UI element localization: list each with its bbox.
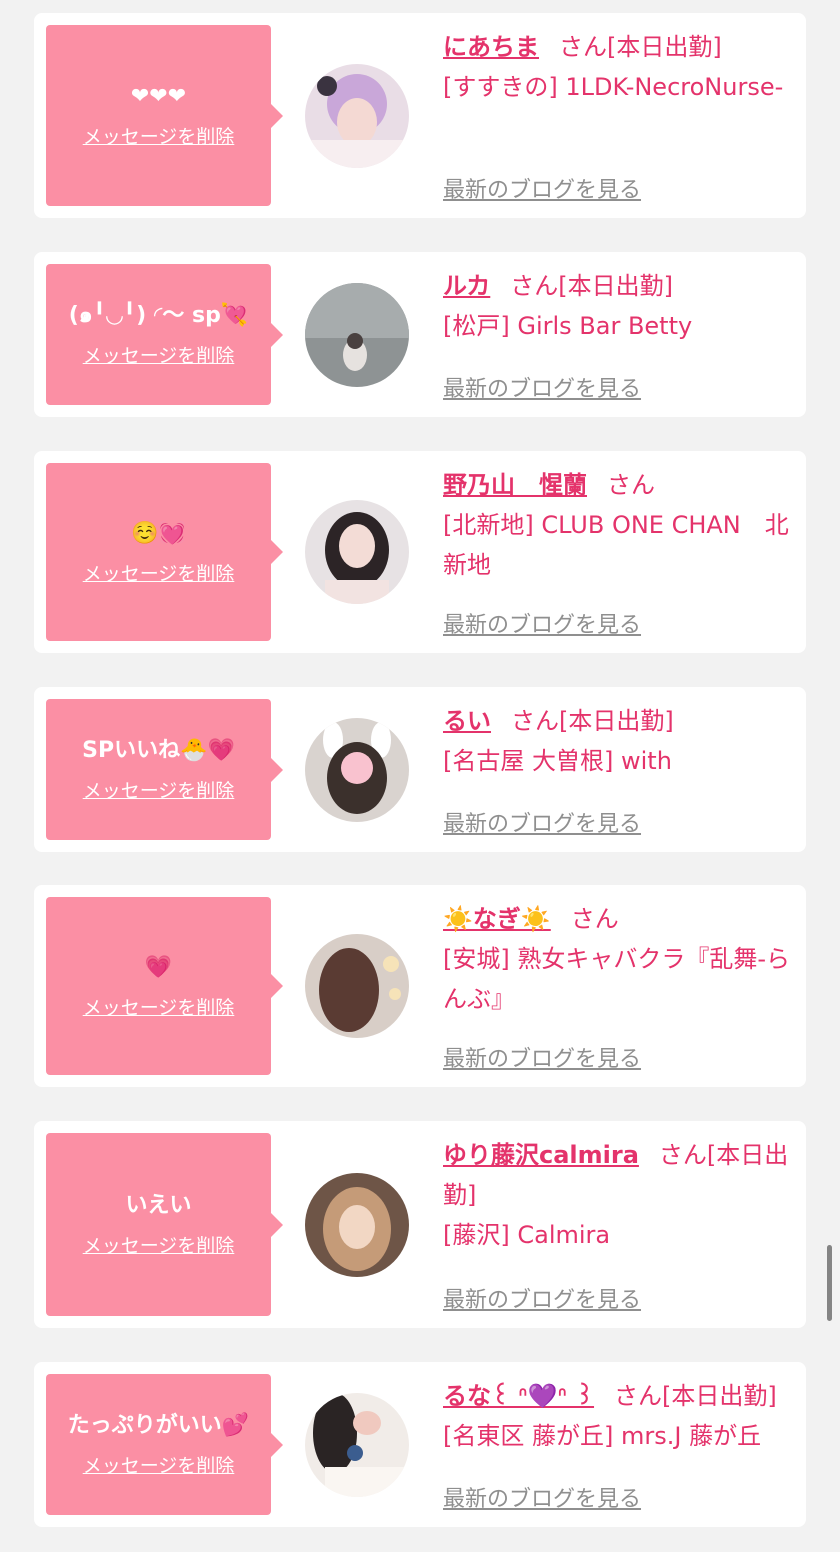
view-blog-link[interactable]: 最新のブログを見る (443, 371, 641, 403)
message-bubble: ☺️💓 メッセージを削除 (46, 463, 283, 641)
delete-message-link[interactable]: メッセージを削除 (83, 559, 235, 586)
message-text: (๑╹◡╹) ◜～ sp💘 (68, 303, 249, 328)
message-bubble: ❤❤❤ メッセージを削除 (46, 25, 283, 206)
honorific: さん (658, 1141, 707, 1169)
message-text: 💗 (144, 954, 173, 980)
attendance-status: [本日出勤] (607, 33, 722, 61)
delete-message-link[interactable]: メッセージを削除 (83, 776, 235, 803)
user-name-link[interactable]: 野乃山 惺蘭 (443, 471, 587, 499)
shop-name: [藤沢] Calmira (443, 1221, 611, 1249)
view-blog-link[interactable]: 最新のブログを見る (443, 1282, 641, 1314)
list-item: いえい メッセージを削除 ゆり藤沢calmira さん[本日出勤] [藤沢] Ca… (34, 1121, 806, 1328)
avatar[interactable] (305, 934, 409, 1038)
avatar[interactable] (305, 282, 409, 387)
view-blog-link[interactable]: 最新のブログを見る (443, 607, 641, 639)
message-bubble: SPいいね🐣💗 メッセージを削除 (46, 699, 283, 840)
user-name-link[interactable]: ルカ (443, 272, 490, 300)
attendance-status: [本日出勤] (662, 1382, 777, 1410)
avatar[interactable] (305, 717, 409, 822)
delete-message-link[interactable]: メッセージを削除 (83, 341, 235, 368)
view-blog-link[interactable]: 最新のブログを見る (443, 172, 641, 204)
user-info: ☀️なぎ☀️ さん [安城] 熟女キャバクラ『乱舞-らんぶ』 (443, 899, 796, 1019)
message-bubble: (๑╹◡╹) ◜～ sp💘 メッセージを削除 (46, 264, 283, 405)
avatar[interactable] (305, 63, 409, 168)
shop-name: [すすきの] 1LDK-NecroNurse- (443, 73, 784, 101)
delete-message-link[interactable]: メッセージを削除 (83, 122, 235, 149)
list-item: ❤❤❤ メッセージを削除 にあちま さん[本日出勤] [すすきの] 1LDK-Ne… (34, 13, 806, 218)
honorific: さん (559, 33, 607, 61)
delete-message-link[interactable]: メッセージを削除 (83, 1231, 235, 1258)
user-info: 野乃山 惺蘭 さん [北新地] CLUB ONE CHAN 北新地 (443, 465, 796, 585)
user-info: るい さん[本日出勤] [名古屋 大曽根] with (443, 701, 796, 781)
honorific: さん (614, 1382, 663, 1410)
message-text: SPいいね🐣💗 (82, 738, 235, 763)
scrollbar[interactable] (827, 1245, 832, 1321)
shop-name: [松戸] Girls Bar Betty (443, 312, 693, 340)
message-bubble: 💗 メッセージを削除 (46, 897, 283, 1075)
list-item: たっぷりがいい💕 メッセージを削除 るな꒰ ᐢ💜ᐢ ꒱ さん[本日出勤] [名東区… (34, 1362, 806, 1527)
delete-message-link[interactable]: メッセージを削除 (83, 993, 235, 1020)
list-item: (๑╹◡╹) ◜～ sp💘 メッセージを削除 ルカ さん[本日出勤] [松戸] G… (34, 252, 806, 417)
shop-name: [名東区 藤が丘] mrs.J 藤が丘 (443, 1422, 762, 1450)
user-info: ゆり藤沢calmira さん[本日出勤] [藤沢] Calmira (443, 1135, 796, 1255)
message-text: いえい (125, 1193, 192, 1218)
delete-message-link[interactable]: メッセージを削除 (83, 1451, 235, 1478)
honorific: さん (607, 471, 655, 499)
user-name-link[interactable]: るな꒰ ᐢ💜ᐢ ꒱ (443, 1382, 594, 1410)
list-item: 💗 メッセージを削除 ☀️なぎ☀️ さん [安城] 熟女キャバクラ『乱舞-らんぶ』… (34, 885, 806, 1087)
list-item: SPいいね🐣💗 メッセージを削除 るい さん[本日出勤] [名古屋 大曽根] wi… (34, 687, 806, 852)
honorific: さん (570, 905, 619, 933)
message-list: ❤❤❤ メッセージを削除 にあちま さん[本日出勤] [すすきの] 1LDK-Ne… (0, 0, 840, 1552)
shop-name: [名古屋 大曽根] with (443, 747, 672, 775)
attendance-status: [本日出勤] (558, 272, 674, 300)
view-blog-link[interactable]: 最新のブログを見る (443, 1041, 641, 1073)
user-name-link[interactable]: ゆり藤沢calmira (443, 1141, 639, 1169)
avatar[interactable] (305, 1172, 409, 1277)
attendance-status: [本日出勤] (559, 707, 674, 735)
message-text: ☺️💓 (131, 520, 186, 546)
user-name-link[interactable]: るい (443, 707, 491, 735)
user-info: にあちま さん[本日出勤] [すすきの] 1LDK-NecroNurse- (443, 27, 796, 107)
user-name-link[interactable]: ☀️なぎ☀️ (443, 905, 551, 933)
message-text: たっぷりがいい💕 (67, 1413, 250, 1438)
view-blog-link[interactable]: 最新のブログを見る (443, 806, 641, 838)
list-item: ☺️💓 メッセージを削除 野乃山 惺蘭 さん [北新地] CLUB ONE CHA… (34, 451, 806, 653)
honorific: さん (510, 272, 559, 300)
message-bubble: たっぷりがいい💕 メッセージを削除 (46, 1374, 283, 1515)
avatar[interactable] (305, 1392, 409, 1497)
honorific: さん (511, 707, 559, 735)
shop-name: [北新地] CLUB ONE CHAN 北新地 (443, 511, 789, 579)
shop-name: [安城] 熟女キャバクラ『乱舞-らんぶ』 (443, 945, 791, 1013)
view-blog-link[interactable]: 最新のブログを見る (443, 1481, 641, 1513)
message-text: ❤❤❤ (130, 84, 187, 109)
user-name-link[interactable]: にあちま (443, 33, 539, 61)
user-info: ルカ さん[本日出勤] [松戸] Girls Bar Betty (443, 266, 796, 346)
message-bubble: いえい メッセージを削除 (46, 1133, 283, 1316)
user-info: るな꒰ ᐢ💜ᐢ ꒱ さん[本日出勤] [名東区 藤が丘] mrs.J 藤が丘 (443, 1376, 796, 1456)
avatar[interactable] (305, 500, 409, 604)
